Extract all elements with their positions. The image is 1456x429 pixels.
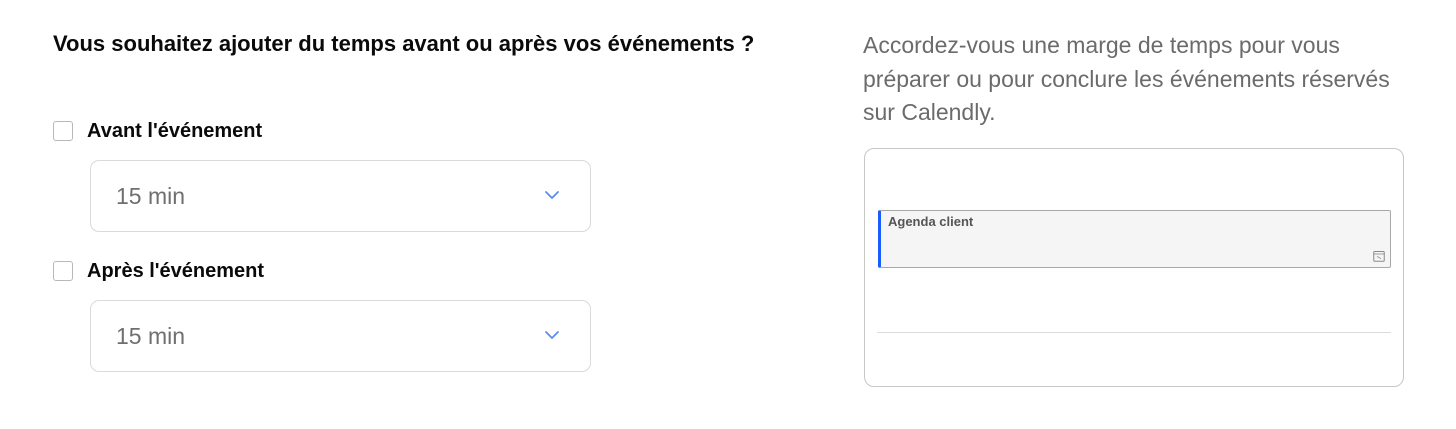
after-event-duration-value: 15 min — [116, 322, 186, 349]
before-event-label[interactable]: Avant l'événement — [87, 120, 262, 143]
after-event-duration-select[interactable]: 15 min — [90, 300, 591, 372]
before-event-duration-value: 15 min — [116, 182, 186, 209]
buffer-heading: Vous souhaitez ajouter du temps avant ou… — [53, 31, 755, 56]
preview-divider — [877, 332, 1391, 333]
calendar-icon — [1373, 251, 1385, 262]
chevron-down-icon — [545, 331, 559, 339]
calendar-preview: Agenda client — [864, 148, 1404, 387]
before-event-checkbox[interactable] — [53, 121, 73, 141]
buffer-description: Accordez-vous une marge de temps pour vo… — [863, 32, 1390, 125]
chevron-down-icon — [545, 191, 559, 199]
after-event-label[interactable]: Après l'événement — [87, 260, 264, 283]
after-event-option[interactable]: Après l'événement — [53, 259, 264, 283]
preview-event-title: Agenda client — [888, 214, 974, 229]
before-event-option[interactable]: Avant l'événement — [53, 119, 262, 143]
before-event-duration-select[interactable]: 15 min — [90, 160, 591, 232]
preview-event-block: Agenda client — [878, 210, 1391, 268]
after-event-checkbox[interactable] — [53, 261, 73, 281]
